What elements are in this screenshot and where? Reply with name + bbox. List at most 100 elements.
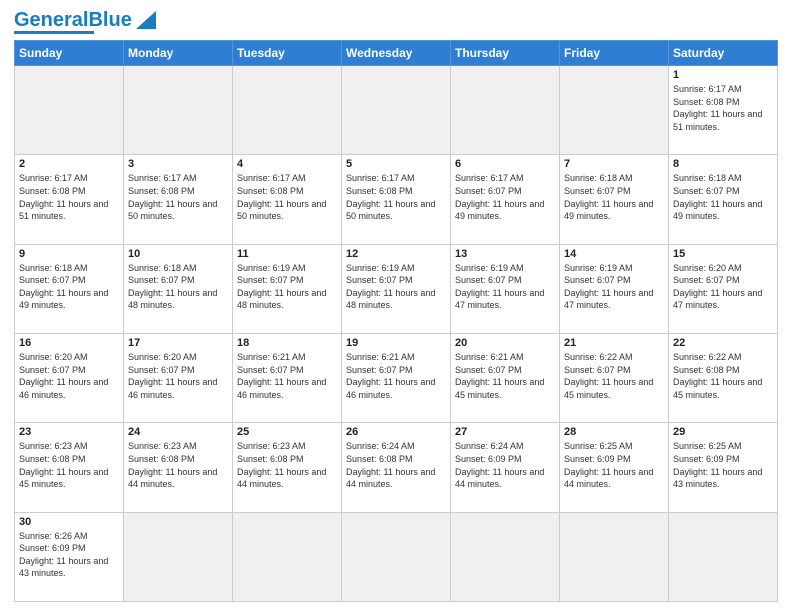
calendar-table: Sunday Monday Tuesday Wednesday Thursday… [14,40,778,602]
day-info: Sunrise: 6:17 AMSunset: 6:08 PMDaylight:… [237,172,337,222]
day-number: 17 [128,337,228,349]
calendar-cell: 6 Sunrise: 6:17 AMSunset: 6:07 PMDaylight… [451,155,560,244]
calendar-cell: 21 Sunrise: 6:22 AMSunset: 6:07 PMDayligh… [560,333,669,422]
day-number: 8 [673,158,773,170]
day-info: Sunrise: 6:22 AMSunset: 6:07 PMDaylight:… [564,351,664,401]
calendar-cell: 3 Sunrise: 6:17 AMSunset: 6:08 PMDaylight… [124,155,233,244]
calendar-header-row: Sunday Monday Tuesday Wednesday Thursday… [15,41,778,66]
day-info: Sunrise: 6:17 AMSunset: 6:08 PMDaylight:… [673,83,773,133]
day-info: Sunrise: 6:18 AMSunset: 6:07 PMDaylight:… [19,262,119,312]
calendar-cell [233,512,342,601]
day-info: Sunrise: 6:20 AMSunset: 6:07 PMDaylight:… [673,262,773,312]
day-number: 16 [19,337,119,349]
calendar-cell: 1 Sunrise: 6:17 AMSunset: 6:08 PMDaylight… [669,66,778,155]
day-info: Sunrise: 6:23 AMSunset: 6:08 PMDaylight:… [128,440,228,490]
day-info: Sunrise: 6:24 AMSunset: 6:09 PMDaylight:… [455,440,555,490]
calendar-cell: 15 Sunrise: 6:20 AMSunset: 6:07 PMDayligh… [669,244,778,333]
calendar-cell [451,66,560,155]
header-friday: Friday [560,41,669,66]
day-number: 29 [673,426,773,438]
logo-blue: Blue [88,9,131,31]
calendar-cell: 8 Sunrise: 6:18 AMSunset: 6:07 PMDaylight… [669,155,778,244]
day-number: 24 [128,426,228,438]
day-info: Sunrise: 6:18 AMSunset: 6:07 PMDaylight:… [128,262,228,312]
logo-text: GeneralBlue [14,10,132,30]
day-number: 26 [346,426,446,438]
day-info: Sunrise: 6:17 AMSunset: 6:08 PMDaylight:… [19,172,119,222]
calendar-cell: 20 Sunrise: 6:21 AMSunset: 6:07 PMDayligh… [451,333,560,422]
day-number: 2 [19,158,119,170]
logo-general: General [14,9,88,31]
day-info: Sunrise: 6:21 AMSunset: 6:07 PMDaylight:… [455,351,555,401]
day-info: Sunrise: 6:18 AMSunset: 6:07 PMDaylight:… [673,172,773,222]
day-info: Sunrise: 6:19 AMSunset: 6:07 PMDaylight:… [455,262,555,312]
day-number: 11 [237,248,337,260]
calendar-cell [451,512,560,601]
day-number: 18 [237,337,337,349]
header: GeneralBlue [14,10,778,34]
day-info: Sunrise: 6:17 AMSunset: 6:08 PMDaylight:… [128,172,228,222]
day-number: 10 [128,248,228,260]
day-number: 30 [19,516,119,528]
day-number: 23 [19,426,119,438]
calendar-cell: 10 Sunrise: 6:18 AMSunset: 6:07 PMDayligh… [124,244,233,333]
calendar-cell: 26 Sunrise: 6:24 AMSunset: 6:08 PMDayligh… [342,423,451,512]
calendar-cell: 5 Sunrise: 6:17 AMSunset: 6:08 PMDaylight… [342,155,451,244]
header-thursday: Thursday [451,41,560,66]
calendar-cell: 18 Sunrise: 6:21 AMSunset: 6:07 PMDayligh… [233,333,342,422]
day-number: 5 [346,158,446,170]
day-number: 27 [455,426,555,438]
day-number: 1 [673,69,773,81]
day-info: Sunrise: 6:21 AMSunset: 6:07 PMDaylight:… [237,351,337,401]
day-info: Sunrise: 6:19 AMSunset: 6:07 PMDaylight:… [346,262,446,312]
calendar-cell: 22 Sunrise: 6:22 AMSunset: 6:08 PMDayligh… [669,333,778,422]
calendar-cell [342,512,451,601]
calendar-cell [342,66,451,155]
calendar-cell: 29 Sunrise: 6:25 AMSunset: 6:09 PMDayligh… [669,423,778,512]
day-number: 22 [673,337,773,349]
day-number: 14 [564,248,664,260]
calendar-cell: 27 Sunrise: 6:24 AMSunset: 6:09 PMDayligh… [451,423,560,512]
day-info: Sunrise: 6:19 AMSunset: 6:07 PMDaylight:… [237,262,337,312]
day-info: Sunrise: 6:21 AMSunset: 6:07 PMDaylight:… [346,351,446,401]
calendar-cell: 25Sunrise: 6:23 AMSunset: 6:08 PMDayligh… [233,423,342,512]
calendar-cell: 23 Sunrise: 6:23 AMSunset: 6:08 PMDayligh… [15,423,124,512]
day-number: 6 [455,158,555,170]
day-info: Sunrise: 6:25 AMSunset: 6:09 PMDaylight:… [564,440,664,490]
day-info: Sunrise: 6:24 AMSunset: 6:08 PMDaylight:… [346,440,446,490]
header-tuesday: Tuesday [233,41,342,66]
calendar-cell [124,512,233,601]
day-number: 28 [564,426,664,438]
day-info: Sunrise: 6:17 AMSunset: 6:07 PMDaylight:… [455,172,555,222]
calendar-cell: 9 Sunrise: 6:18 AMSunset: 6:07 PMDaylight… [15,244,124,333]
page: GeneralBlue Sunday Monday Tuesday Wednes… [0,0,792,612]
calendar-cell: 4Sunrise: 6:17 AMSunset: 6:08 PMDaylight… [233,155,342,244]
day-info: Sunrise: 6:22 AMSunset: 6:08 PMDaylight:… [673,351,773,401]
day-number: 21 [564,337,664,349]
day-info: Sunrise: 6:19 AMSunset: 6:07 PMDaylight:… [564,262,664,312]
day-number: 15 [673,248,773,260]
header-monday: Monday [124,41,233,66]
day-number: 20 [455,337,555,349]
day-info: Sunrise: 6:26 AMSunset: 6:09 PMDaylight:… [19,530,119,580]
day-info: Sunrise: 6:25 AMSunset: 6:09 PMDaylight:… [673,440,773,490]
logo: GeneralBlue [14,10,156,34]
day-info: Sunrise: 6:18 AMSunset: 6:07 PMDaylight:… [564,172,664,222]
day-info: Sunrise: 6:17 AMSunset: 6:08 PMDaylight:… [346,172,446,222]
day-number: 19 [346,337,446,349]
calendar-cell: 13Sunrise: 6:19 AMSunset: 6:07 PMDayligh… [451,244,560,333]
day-number: 12 [346,248,446,260]
calendar-cell [560,512,669,601]
calendar-cell: 19 Sunrise: 6:21 AMSunset: 6:07 PMDayligh… [342,333,451,422]
day-info: Sunrise: 6:20 AMSunset: 6:07 PMDaylight:… [19,351,119,401]
day-number: 3 [128,158,228,170]
day-number: 9 [19,248,119,260]
day-info: Sunrise: 6:23 AMSunset: 6:08 PMDaylight:… [19,440,119,490]
header-sunday: Sunday [15,41,124,66]
calendar-cell [669,512,778,601]
calendar-cell: 30 Sunrise: 6:26 AMSunset: 6:09 PMDayligh… [15,512,124,601]
day-number: 7 [564,158,664,170]
calendar-cell: 14 Sunrise: 6:19 AMSunset: 6:07 PMDayligh… [560,244,669,333]
day-number: 25 [237,426,337,438]
calendar-cell: 16 Sunrise: 6:20 AMSunset: 6:07 PMDayligh… [15,333,124,422]
